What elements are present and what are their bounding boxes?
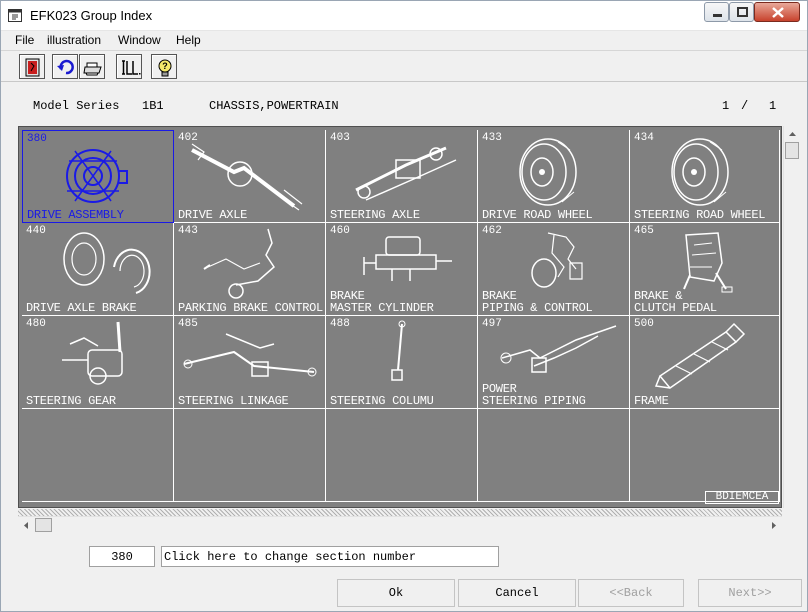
group-cell-485[interactable]: 485 STEERING LINKAGE <box>174 316 326 409</box>
illustration-button[interactable] <box>116 54 142 79</box>
close-button[interactable] <box>754 2 800 22</box>
empty-cell <box>630 409 780 502</box>
group-grid: 380 DRIVE ASSEMBLY 402 DRIVE AXLE 403 ST… <box>18 126 782 508</box>
scroll-up-icon[interactable] <box>784 126 801 142</box>
horizontal-scrollbar[interactable] <box>18 516 782 533</box>
model-series-value: 1B1 <box>142 99 164 113</box>
group-cell-440[interactable]: 440 DRIVE AXLE BRAKE <box>22 223 174 316</box>
group-cell-480[interactable]: 480 STEERING GEAR <box>22 316 174 409</box>
model-series-bar: Model Series 1B1 CHASSIS,POWERTRAIN 1 / … <box>1 95 807 115</box>
empty-cell <box>174 409 326 502</box>
group-label: FRAME <box>634 394 669 408</box>
menu-window[interactable]: Window <box>118 33 161 47</box>
group-cell-433[interactable]: 433 DRIVE ROAD WHEEL <box>478 130 630 223</box>
group-label: DRIVE AXLE BRAKE <box>26 301 137 315</box>
horizontal-scroll-thumb[interactable] <box>35 518 52 532</box>
group-label: STEERING COLUMU <box>330 394 434 408</box>
group-label: STEERING AXLE <box>330 208 420 222</box>
empty-cell <box>22 409 174 502</box>
illustration-icon <box>122 60 141 75</box>
page-separator: / <box>741 99 749 113</box>
group-cell-380[interactable]: 380 DRIVE ASSEMBLY <box>22 130 174 223</box>
menu-file[interactable]: File <box>15 33 34 47</box>
group-label: STEERING GEAR <box>26 394 116 408</box>
exit-button[interactable] <box>19 54 45 79</box>
group-label-line2: MASTER CYLINDER <box>330 301 434 315</box>
group-cell-403[interactable]: 403 STEERING AXLE <box>326 130 478 223</box>
menu-bar: File illustration Window Help <box>1 31 807 50</box>
group-label: STEERING ROAD WHEEL <box>634 208 766 222</box>
catalog-code-label: BDIEMCEA <box>705 491 779 504</box>
minimize-icon <box>713 14 722 17</box>
group-cell-434[interactable]: 434 STEERING ROAD WHEEL <box>630 130 780 223</box>
exit-door-icon <box>25 58 40 77</box>
group-index-window: EFK023 Group Index File illustration Win… <box>0 0 808 612</box>
group-label: PARKING BRAKE CONTROL <box>178 301 323 315</box>
app-window-icon <box>8 9 22 22</box>
group-cell-402[interactable]: 402 DRIVE AXLE <box>174 130 326 223</box>
group-cell-465[interactable]: 465 BRAKE & CLUTCH PEDAL <box>630 223 780 316</box>
group-cell-488[interactable]: 488 STEERING COLUMU <box>326 316 478 409</box>
empty-cell <box>478 409 630 502</box>
window-title: EFK023 Group Index <box>30 8 153 23</box>
splitter-bar[interactable] <box>18 509 782 516</box>
help-bulb-icon: ? <box>158 59 172 77</box>
help-button[interactable]: ? <box>151 54 177 79</box>
change-section-hint[interactable]: Click here to change section number <box>161 546 499 567</box>
svg-text:?: ? <box>162 61 168 71</box>
empty-cell <box>326 409 478 502</box>
group-cell-497[interactable]: 497 POWER STEERING PIPING <box>478 316 630 409</box>
undo-arrow-icon <box>57 59 74 75</box>
page-current: 1 <box>722 99 730 113</box>
title-bar: EFK023 Group Index <box>1 1 807 31</box>
vertical-scrollbar[interactable] <box>783 126 800 508</box>
menu-help[interactable]: Help <box>176 33 201 47</box>
group-label: DRIVE ROAD WHEEL <box>482 208 593 222</box>
group-label: DRIVE AXLE <box>178 208 248 222</box>
group-label-line2: PIPING & CONTROL <box>482 301 593 315</box>
maximize-icon <box>737 7 748 17</box>
group-cell-462[interactable]: 462 BRAKE PIPING & CONTROL <box>478 223 630 316</box>
maximize-button[interactable] <box>729 2 754 22</box>
next-button[interactable]: Next>> <box>698 579 802 607</box>
menu-illustration[interactable]: illustration <box>47 33 101 47</box>
section-number-field[interactable]: 380 <box>89 546 155 567</box>
undo-button[interactable] <box>52 54 78 79</box>
group-cell-443[interactable]: 443 PARKING BRAKE CONTROL <box>174 223 326 316</box>
printer-icon <box>83 62 102 76</box>
back-button[interactable]: <<Back <box>578 579 684 607</box>
section-title: CHASSIS,POWERTRAIN <box>209 99 339 113</box>
ok-button[interactable]: Ok <box>337 579 455 607</box>
group-label: STEERING LINKAGE <box>178 394 289 408</box>
scroll-left-icon[interactable] <box>18 517 34 534</box>
group-label-line2: STEERING PIPING <box>482 394 586 408</box>
toolbar: ? <box>1 50 807 82</box>
group-label: DRIVE ASSEMBLY <box>27 208 124 222</box>
group-cell-460[interactable]: 460 BRAKE MASTER CYLINDER <box>326 223 478 316</box>
close-icon <box>772 7 784 18</box>
print-button[interactable] <box>79 54 105 79</box>
scroll-right-icon[interactable] <box>766 517 782 534</box>
vertical-scroll-thumb[interactable] <box>785 142 799 159</box>
group-cell-500[interactable]: 500 FRAME <box>630 316 780 409</box>
cancel-button[interactable]: Cancel <box>458 579 576 607</box>
model-series-label: Model Series <box>33 99 120 113</box>
group-label-line2: CLUTCH PEDAL <box>634 301 717 315</box>
minimize-button[interactable] <box>704 2 729 22</box>
page-total: 1 <box>769 99 777 113</box>
